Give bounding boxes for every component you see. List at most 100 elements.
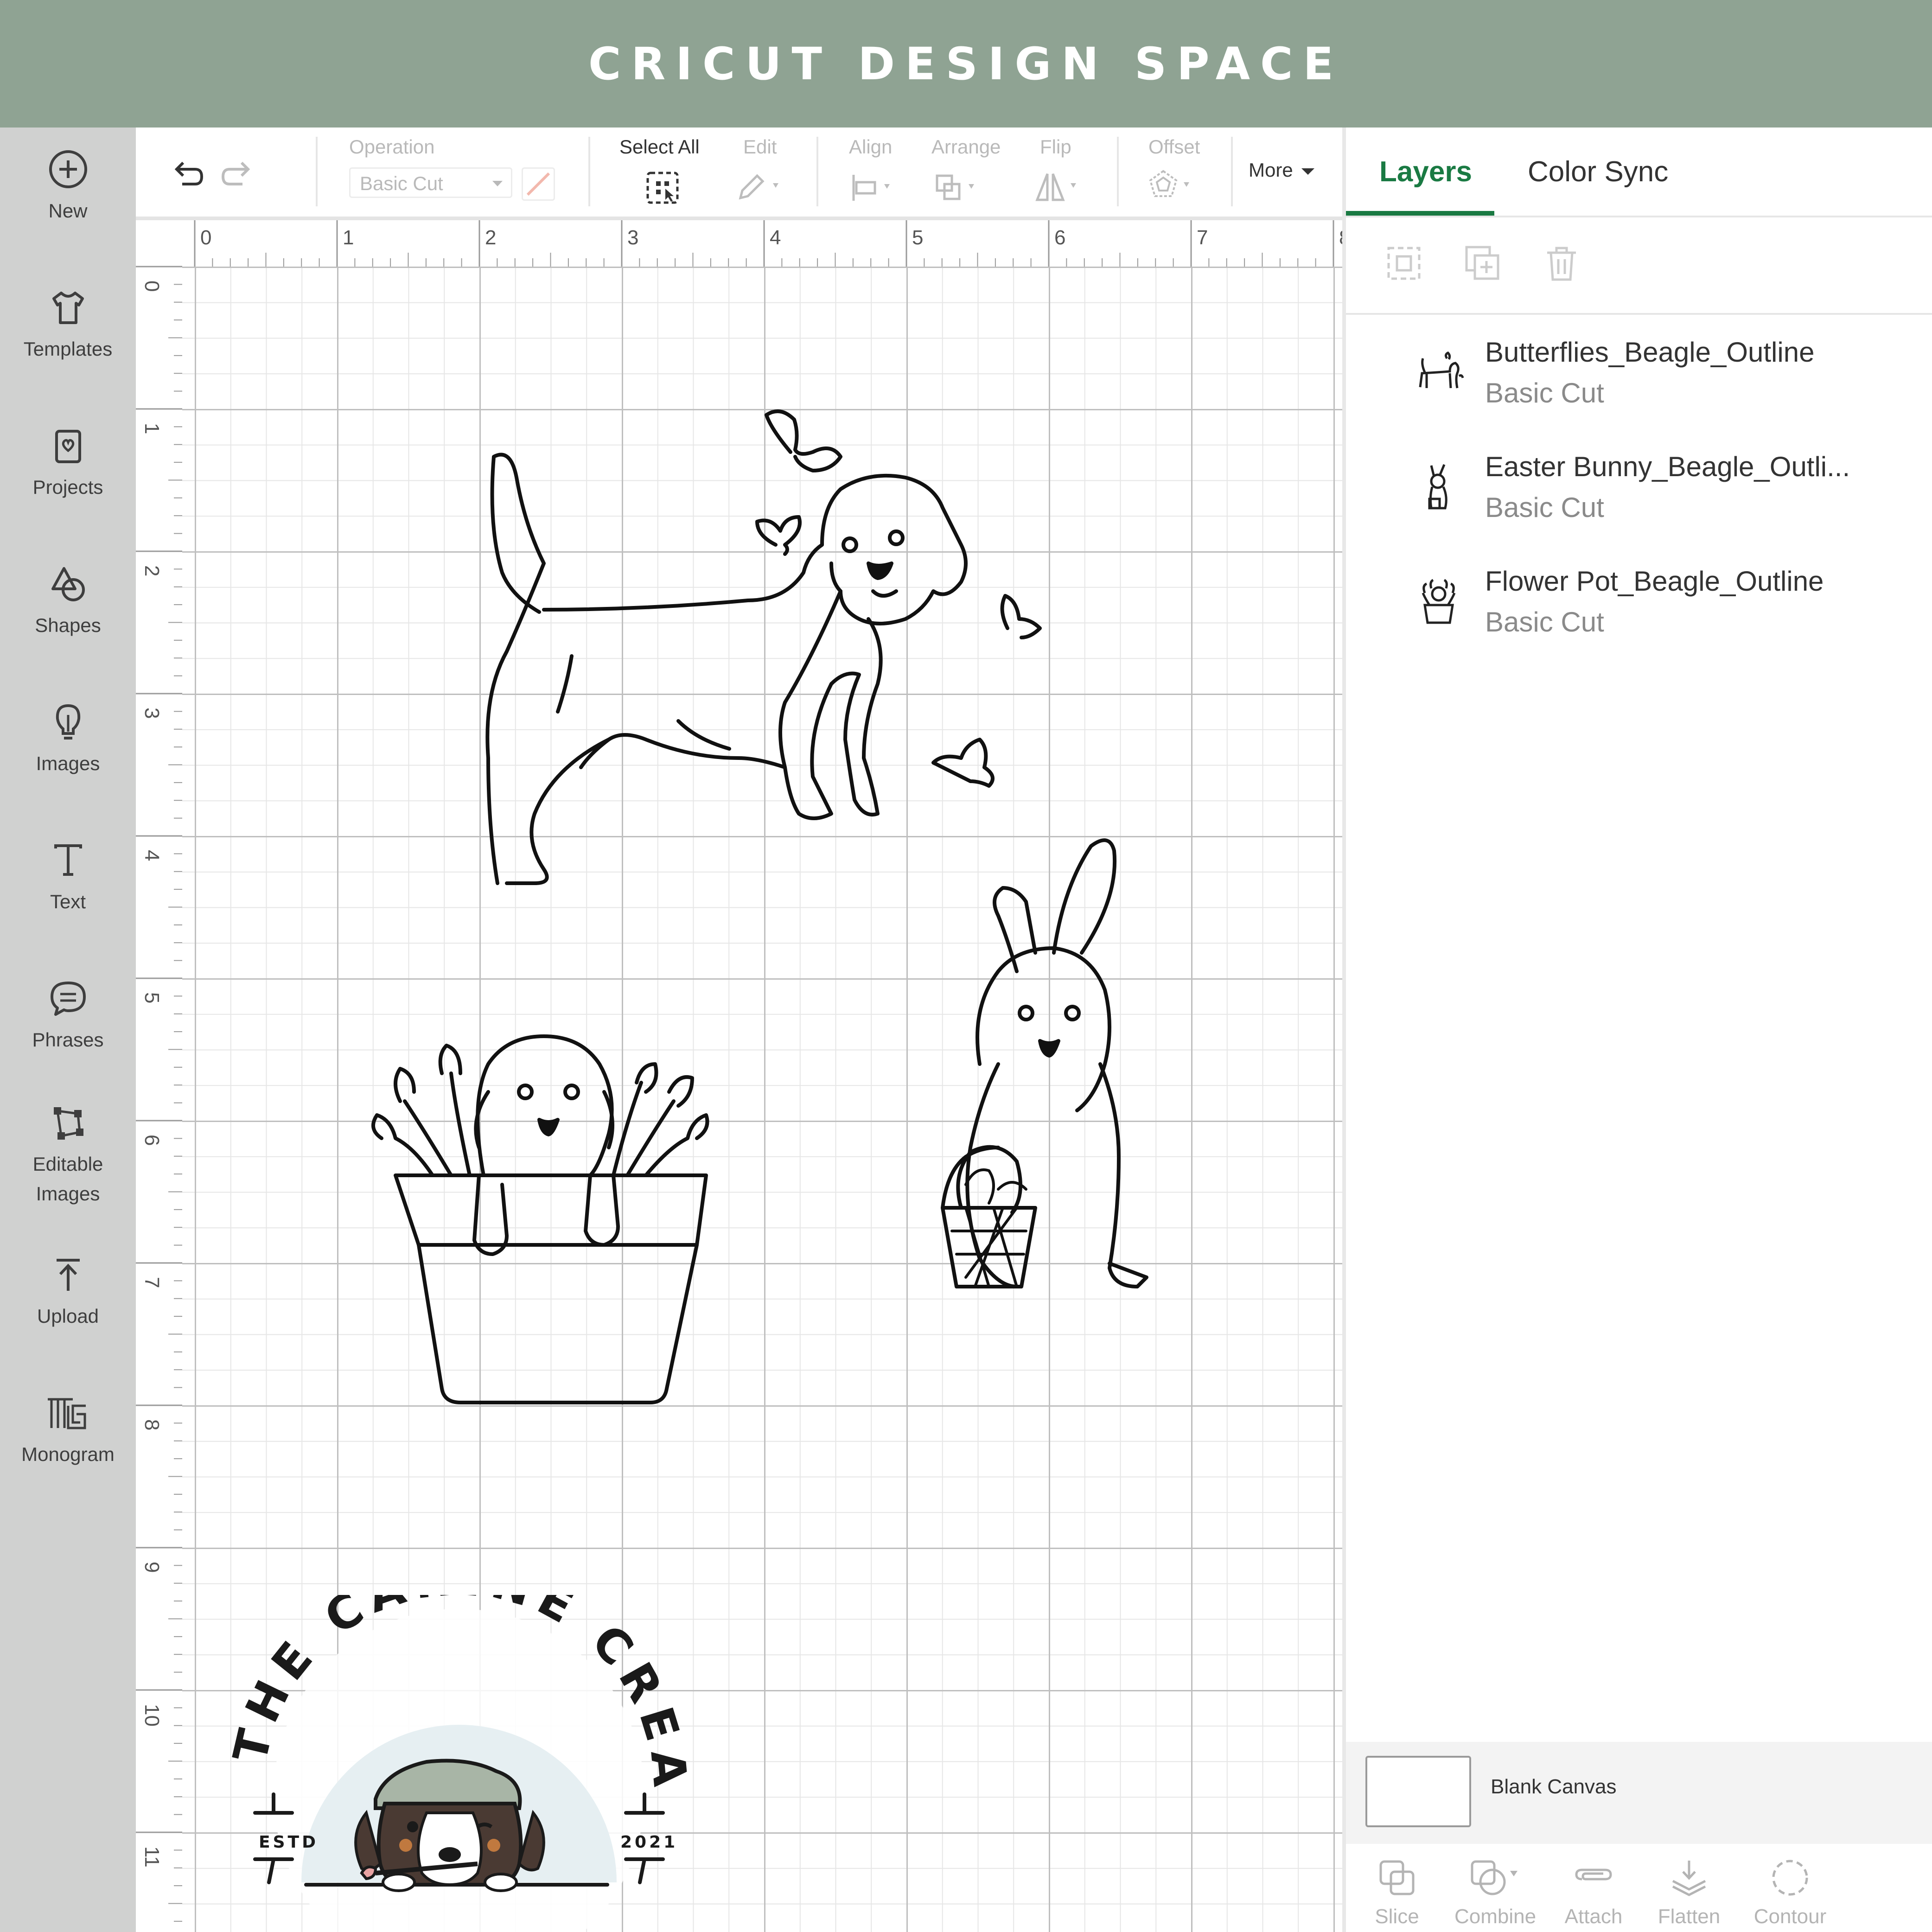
blank-canvas-label: Blank Canvas	[1491, 1775, 1617, 1798]
ruler-label: 3	[140, 708, 163, 719]
editable-images-label: Editable Images	[32, 1153, 103, 1205]
align-label: Align	[849, 136, 893, 158]
vertical-ruler: 0 1 2 3 4 5 6 7 8 9 10 11	[136, 220, 182, 1932]
flower-pot-beagle-design[interactable]	[371, 1034, 709, 1404]
undo-button[interactable]	[168, 155, 205, 192]
images-button[interactable]: Images	[0, 699, 136, 778]
align-icon	[852, 175, 890, 201]
offset-icon	[1149, 170, 1189, 197]
layer-row[interactable]: Butterflies_Beagle_Outline Basic Cut	[1411, 336, 1921, 429]
operation-select[interactable]: Basic Cut	[349, 167, 512, 198]
trash-icon	[1547, 247, 1576, 281]
editable-image-icon	[45, 1099, 91, 1146]
monogram-button[interactable]: Monogram	[0, 1390, 136, 1469]
offset-label: Offset	[1148, 136, 1200, 158]
layer-row[interactable]: Easter Bunny_Beagle_Outli... Basic Cut	[1411, 451, 1921, 543]
align-group[interactable]: Align	[831, 128, 901, 217]
flatten-button[interactable]: Flatten	[1638, 1844, 1740, 1932]
shirt-icon	[45, 284, 91, 331]
ruler-label: 8	[140, 1419, 163, 1430]
ruler-label: 5	[140, 992, 163, 1003]
no-color-icon	[526, 172, 550, 196]
ruler-label: 3	[627, 226, 638, 249]
text-icon	[45, 837, 91, 883]
left-toolbar: New Templates Projects Shapes Images Tex…	[0, 128, 136, 1932]
flatten-label: Flatten	[1658, 1905, 1721, 1928]
upload-icon	[45, 1251, 91, 1298]
new-button[interactable]: New	[0, 146, 136, 226]
ruler-label: 6	[1054, 226, 1065, 249]
duplicate-button[interactable]	[1462, 242, 1504, 284]
pencil-icon	[739, 174, 778, 200]
upload-label: Upload	[37, 1305, 99, 1327]
ruler-label: 7	[1197, 226, 1208, 249]
layer-name: Flower Pot_Beagle_Outline	[1485, 566, 1824, 597]
tabs-divider	[1346, 216, 1932, 217]
projects-button[interactable]: Projects	[0, 422, 136, 502]
arrange-group[interactable]: Arrange	[919, 128, 1003, 217]
undo-icon	[174, 161, 204, 185]
edit-group[interactable]: Edit	[725, 128, 790, 217]
top-toolbar: Operation Basic Cut Select All Edit Alig…	[136, 128, 1342, 220]
project-icon	[45, 422, 91, 469]
monogram-label: Monogram	[21, 1443, 115, 1465]
redo-icon	[221, 161, 250, 185]
blank-canvas-swatch[interactable]	[1365, 1756, 1471, 1827]
group-button[interactable]	[1383, 242, 1425, 284]
contour-label: Contour	[1753, 1905, 1827, 1928]
ruler-label: 7	[140, 1277, 163, 1288]
redo-button[interactable]	[219, 155, 256, 192]
layer-row[interactable]: Flower Pot_Beagle_Outline Basic Cut	[1411, 565, 1921, 658]
toolbar-divider	[816, 137, 818, 206]
ruler-label: 2	[140, 565, 163, 576]
ruler-label: 4	[140, 850, 163, 861]
operation-group: Operation Basic Cut	[331, 128, 555, 217]
speech-bubble-icon	[45, 975, 91, 1021]
phrases-label: Phrases	[32, 1029, 104, 1051]
attach-button[interactable]: Attach	[1543, 1844, 1645, 1932]
delete-button[interactable]	[1541, 242, 1582, 284]
logo-graphic: THE CANINE CREATIVE ESTD 2021	[209, 1595, 689, 1932]
actions-divider	[1346, 313, 1932, 315]
blank-canvas-row[interactable]: Blank Canvas	[1346, 1742, 1932, 1844]
tab-layers[interactable]: Layers	[1379, 128, 1472, 216]
shapes-button[interactable]: Shapes	[0, 561, 136, 640]
horizontal-ruler-ticks: 0 1 2 3 4 5 6 7 8	[194, 220, 1342, 267]
more-label: More	[1249, 159, 1293, 181]
layer-name: Butterflies_Beagle_Outline	[1485, 337, 1815, 368]
tab-color-sync[interactable]: Color Sync	[1528, 128, 1668, 216]
ruler-label: 11	[140, 1846, 163, 1868]
ruler-label: 1	[343, 226, 354, 249]
easter-bunny-beagle-design[interactable]	[941, 838, 1148, 1288]
text-button[interactable]: Text	[0, 837, 136, 917]
app-title: CRICUT DESIGN SPACE	[588, 38, 1344, 90]
upload-button[interactable]: Upload	[0, 1251, 136, 1331]
canine-creative-logo: THE CANINE CREATIVE ESTD 2021	[209, 1595, 709, 1932]
ruler-label: 2	[485, 226, 496, 249]
more-button[interactable]: More	[1239, 128, 1332, 217]
templates-button[interactable]: Templates	[0, 284, 136, 364]
paperclip-icon	[1575, 1868, 1612, 1881]
ruler-label: 6	[140, 1135, 163, 1146]
logo-estd-text: ESTD	[259, 1833, 319, 1852]
toolbar-divider	[1117, 137, 1119, 206]
contour-button[interactable]: Contour	[1739, 1844, 1841, 1932]
plus-circle-icon	[45, 146, 91, 192]
offset-group[interactable]: Offset	[1128, 128, 1202, 217]
combine-button[interactable]: Combine	[1444, 1844, 1546, 1932]
butterflies-beagle-design[interactable]	[485, 409, 1042, 885]
slice-button[interactable]: Slice	[1346, 1844, 1448, 1932]
new-label: New	[48, 200, 88, 222]
text-label: Text	[50, 891, 86, 912]
flip-group[interactable]: Flip	[1026, 128, 1091, 217]
phrases-button[interactable]: Phrases	[0, 975, 136, 1055]
ruler-label: 4	[770, 226, 781, 249]
combine-label: Combine	[1454, 1905, 1537, 1928]
editable-images-button[interactable]: Editable Images	[0, 1099, 136, 1209]
select-all-group[interactable]: Select All	[599, 128, 700, 217]
color-swatch[interactable]	[522, 167, 555, 201]
slice-icon	[1379, 1860, 1415, 1895]
shapes-icon	[45, 561, 91, 607]
ruler-label: 10	[140, 1704, 163, 1727]
layer-operation: Basic Cut	[1485, 606, 1604, 638]
